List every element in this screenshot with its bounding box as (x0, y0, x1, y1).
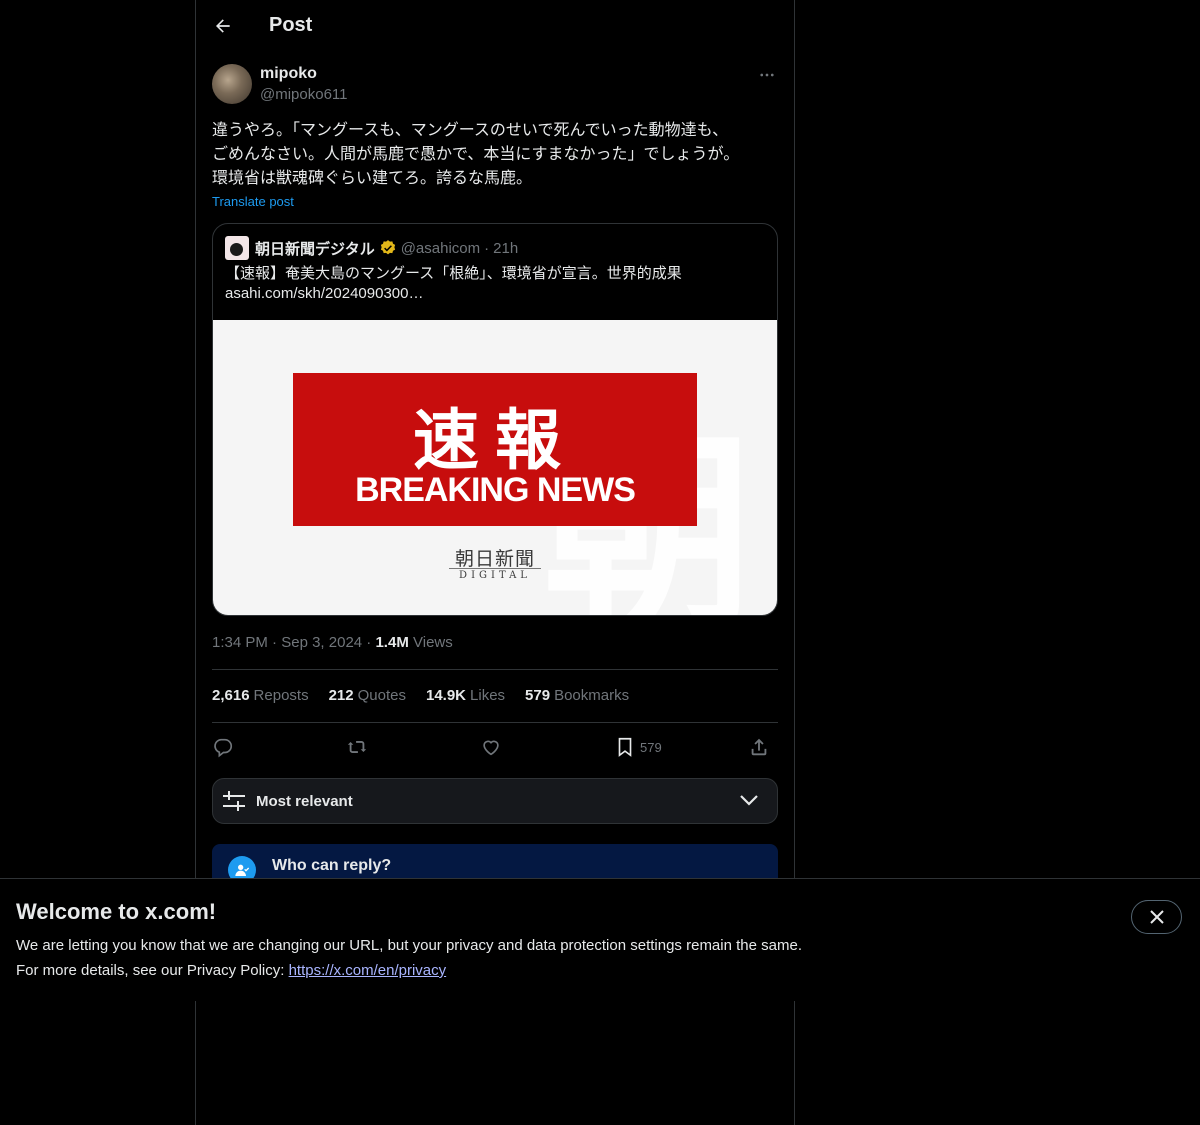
bookmarks-count: 579 (525, 687, 551, 704)
divider (212, 722, 778, 723)
post-text-line: 違うやろ。「マングースも、マングースのせいで死んでいった動物達も、 (212, 122, 729, 139)
post-text-line: ごめんなさい。人間が馬鹿で愚かで、本当にすまなかった」でしょうが。 (212, 146, 740, 163)
reply-button[interactable] (212, 733, 234, 761)
banner-privacy-prefix: For more details, see our Privacy Policy… (16, 962, 289, 979)
quotes-stat[interactable]: 212 Quotes (329, 687, 406, 704)
bookmarks-stat[interactable]: 579 Bookmarks (525, 687, 629, 704)
share-button[interactable] (748, 733, 770, 761)
heart-icon (483, 740, 499, 756)
reposts-stat[interactable]: 2,616 Reposts (212, 687, 309, 704)
chevron-down-icon (740, 795, 758, 806)
bookmark-count: 579 (640, 739, 662, 755)
post-stats: 2,616 Reposts 212 Quotes 14.9K Likes 579 Boo… (212, 687, 629, 704)
banner-privacy-line: For more details, see our Privacy Policy… (16, 962, 446, 979)
breaking-news-banner: 速報 BREAKING NEWS (293, 373, 697, 526)
bookmark-icon (618, 737, 632, 757)
quoted-timestamp: 21h (493, 239, 519, 257)
separator-dot: · (484, 239, 490, 257)
author-handle[interactable]: @mipoko611 (260, 86, 348, 103)
share-icon (751, 738, 767, 756)
quoted-text-line: 【速報】奄美大島のマングース「根絶」、環境省が宣言。世界的成果 (225, 265, 682, 282)
likes-count: 14.9K (425, 687, 467, 704)
author-name[interactable]: mipoko (260, 65, 317, 83)
close-banner-button[interactable] (1131, 900, 1182, 934)
post-author: mipoko @mipoko611 (212, 64, 778, 108)
translate-post-link[interactable]: Translate post (212, 194, 294, 209)
post-actions: 579 (212, 733, 778, 761)
like-button[interactable] (480, 733, 502, 761)
bookmarks-label: Bookmarks (554, 687, 630, 704)
quoted-author-name: 朝日新聞デジタル (255, 240, 375, 258)
close-icon (1149, 910, 1164, 924)
url-change-banner: Welcome to x.com! We are letting you kno… (0, 878, 1200, 1001)
repost-icon (347, 741, 367, 753)
reposts-label: Reposts (253, 687, 309, 704)
top-bar: Post (196, 0, 794, 53)
more-horizontal-icon (760, 73, 774, 77)
sort-label: Most relevant (256, 793, 353, 810)
asahi-logo-digital: DIGITAL (449, 568, 541, 581)
separator-dot: · (272, 634, 278, 651)
page-title: Post (269, 14, 313, 36)
post-text: 違うやろ。「マングースも、マングースのせいで死んでいった動物達も、 ごめんなさい… (212, 119, 778, 191)
asahi-logo-jp: 朝日新聞 (454, 548, 535, 570)
banner-message: We are letting you know that we are chan… (16, 937, 802, 954)
divider (212, 669, 778, 670)
privacy-policy-link[interactable]: https://x.com/en/privacy (289, 962, 447, 979)
avatar[interactable] (212, 64, 252, 104)
reply-icon (214, 738, 233, 758)
headline-en: BREAKING NEWS (355, 471, 636, 509)
quoted-link-text: asahi.com/skh/2024090300… (225, 285, 424, 302)
bookmark-button[interactable]: 579 (614, 733, 662, 761)
more-options-button[interactable] (756, 64, 778, 86)
verified-badge-icon (380, 240, 395, 255)
sliders-icon (223, 791, 245, 811)
quoted-avatar (225, 236, 249, 260)
quotes-label: Quotes (357, 687, 406, 704)
who-can-reply-title: Who can reply? (272, 857, 392, 874)
views-label: Views (413, 634, 453, 651)
views-count: 1.4M (375, 634, 409, 651)
quoted-post-header: 朝日新聞デジタル @asahicom · 21h (225, 236, 518, 260)
post-time[interactable]: 1:34 PM (212, 634, 268, 651)
reply-sort-dropdown[interactable]: Most relevant (212, 778, 778, 824)
likes-stat[interactable]: 14.9K Likes (426, 687, 505, 704)
reposts-count: 2,616 (212, 687, 250, 704)
quoted-media-image[interactable]: 朝 速報 BREAKING NEWS 朝日新聞 DIGITAL (213, 320, 777, 615)
back-button[interactable] (208, 11, 238, 41)
post-timestamp: 1:34 PM · Sep 3, 2024 · 1.4M Views (212, 634, 453, 651)
quotes-count: 212 (328, 687, 354, 704)
quoted-post-text: 【速報】奄美大島のマングース「根絶」、環境省が宣言。世界的成果 asahi.co… (225, 264, 765, 304)
quoted-post[interactable]: 朝日新聞デジタル @asahicom · 21h 【速報】奄美大島のマングース「… (212, 223, 778, 616)
quoted-author-handle: @asahicom (400, 239, 481, 257)
headline-jp: 速報 (413, 402, 577, 479)
post-date[interactable]: Sep 3, 2024 (281, 634, 362, 651)
likes-label: Likes (470, 687, 506, 704)
arrow-left-icon (216, 19, 230, 33)
separator-dot: · (366, 634, 372, 651)
repost-button[interactable] (346, 733, 368, 761)
banner-title: Welcome to x.com! (16, 899, 217, 924)
post-text-line: 環境省は獣魂碑ぐらい建てろ。誇るな馬鹿。 (212, 170, 533, 187)
